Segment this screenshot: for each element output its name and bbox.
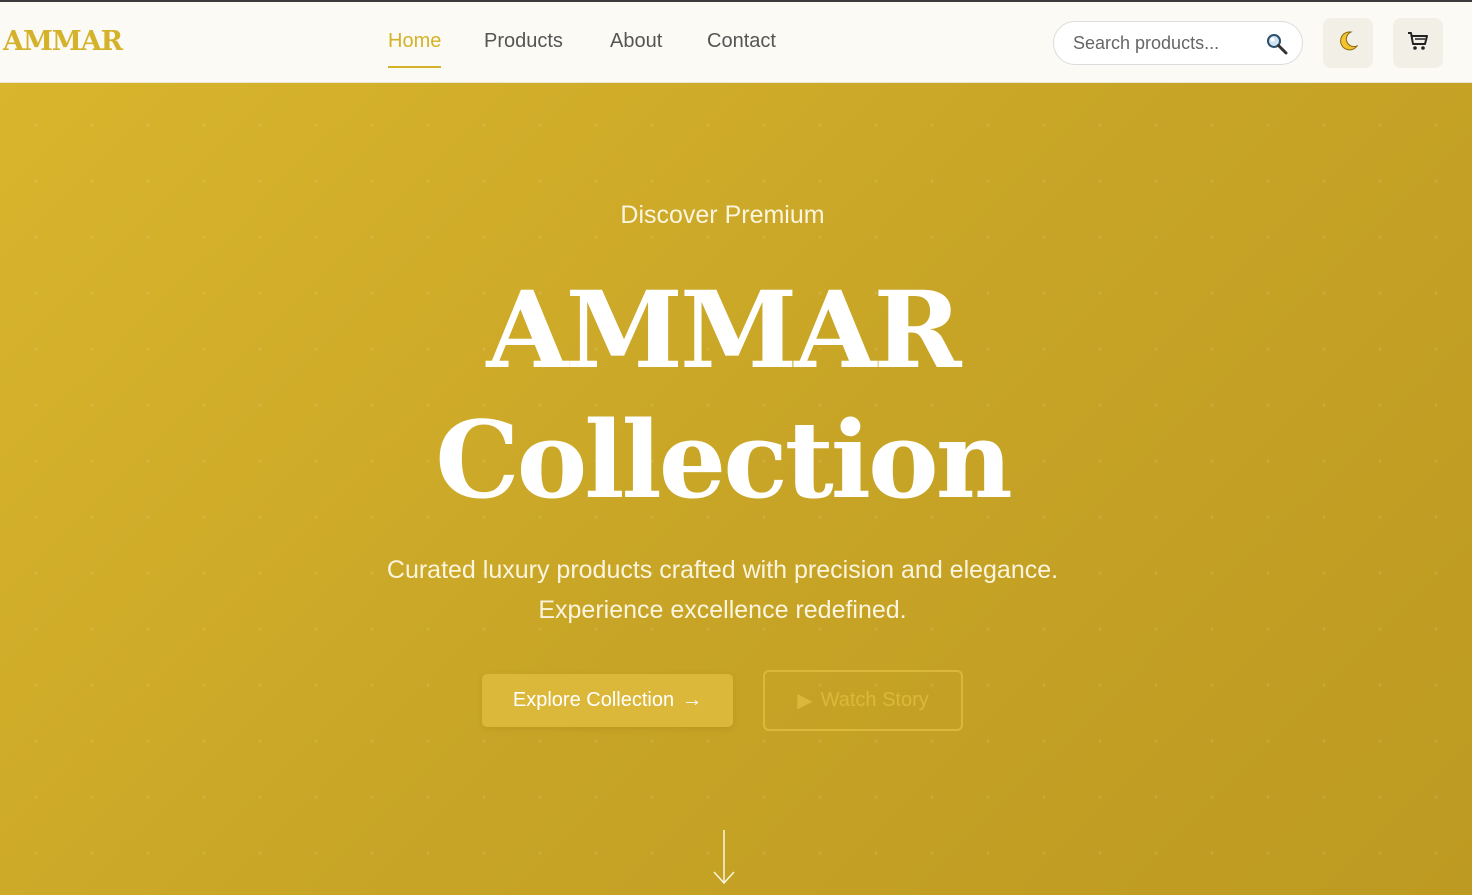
search-input[interactable] [1073, 31, 1253, 55]
hero-title-line2: Collection [435, 397, 1013, 522]
arrow-right-icon: → [682, 689, 703, 711]
cart-icon [1407, 30, 1429, 57]
explore-collection-label: Explore Collection [512, 689, 675, 711]
hero-subtitle-line1: Curated luxury products crafted with pre… [386, 556, 1059, 584]
hero-eyebrow: Discover Premium [620, 201, 825, 229]
nav-contact[interactable]: Contact [707, 30, 776, 53]
explore-collection-button[interactable]: Explore Collection → [482, 674, 733, 727]
site-header: AMMAR Home Products About Contact [0, 2, 1472, 83]
nav-products[interactable]: Products [484, 30, 563, 53]
watch-story-button[interactable]: ▶ Watch Story [763, 670, 963, 731]
search-icon[interactable] [1265, 32, 1289, 56]
logo[interactable]: AMMAR [3, 26, 123, 57]
moon-icon [1337, 30, 1359, 57]
theme-toggle-button[interactable] [1323, 18, 1373, 68]
search-box [1053, 21, 1303, 65]
cart-button[interactable] [1393, 18, 1443, 68]
hero-section: Discover Premium AMMAR Collection Curate… [0, 83, 1472, 895]
hero-subtitle: Curated luxury products crafted with pre… [0, 550, 1445, 630]
play-icon: ▶ [797, 690, 813, 712]
hero-subtitle-line2: Experience excellence redefined. [538, 596, 907, 624]
arrow-down-icon[interactable] [710, 828, 738, 886]
hero-title: AMMAR Collection [0, 265, 1445, 525]
watch-story-label: Watch Story [820, 689, 929, 711]
hero-title-line1: AMMAR [486, 267, 961, 392]
nav-home[interactable]: Home [388, 30, 442, 68]
nav-about[interactable]: About [610, 30, 662, 53]
